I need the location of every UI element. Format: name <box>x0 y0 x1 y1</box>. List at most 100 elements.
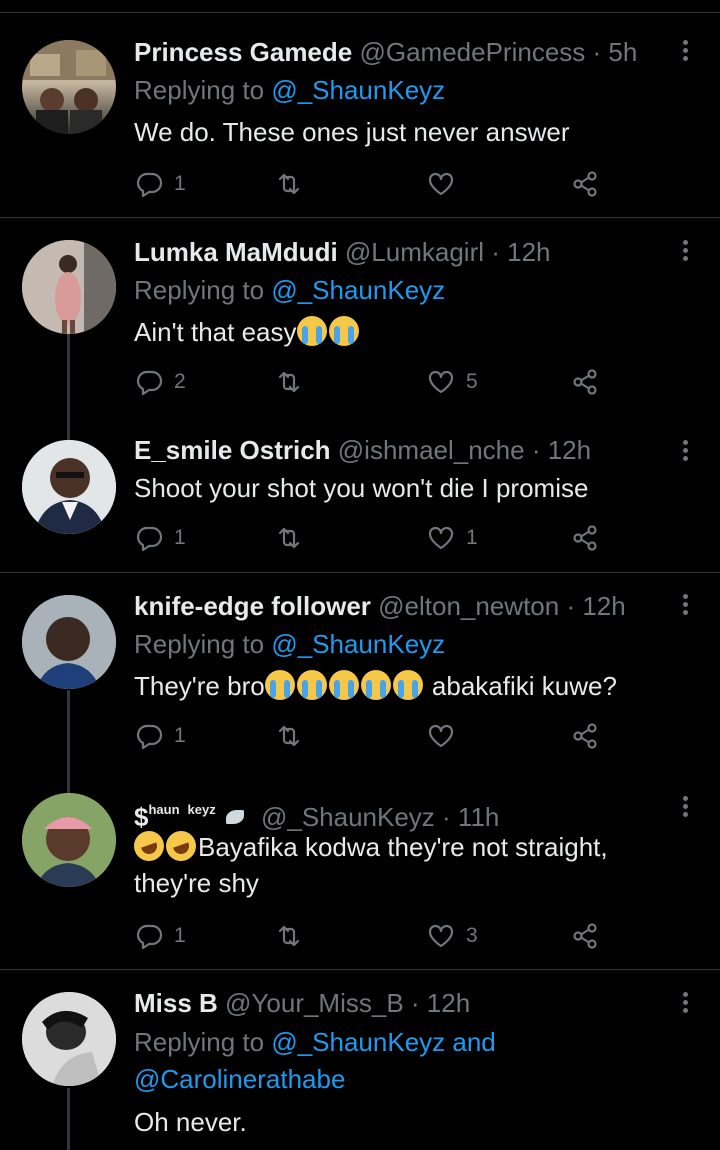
reply-icon <box>136 370 163 396</box>
display-name[interactable]: Miss B <box>134 988 218 1018</box>
timestamp[interactable]: · 12h <box>491 237 550 267</box>
heart-icon <box>428 724 454 748</box>
retweet-button[interactable] <box>274 718 304 754</box>
reply-count: 1 <box>174 172 186 195</box>
avatar[interactable] <box>22 240 116 334</box>
retweet-button[interactable] <box>274 364 304 400</box>
more-icon[interactable] <box>682 240 690 264</box>
thread-line <box>67 1088 70 1150</box>
user-handle[interactable]: @ishmael_nche <box>338 435 525 465</box>
like-button[interactable]: 5 <box>426 364 478 400</box>
tweet-actions: 1 <box>134 166 690 202</box>
heart-icon <box>428 172 454 196</box>
more-icon[interactable] <box>682 992 690 1016</box>
display-name[interactable]: $haun keyz <box>134 802 254 832</box>
like-button[interactable] <box>426 166 466 202</box>
reply-count: 2 <box>174 370 186 393</box>
mention-link[interactable]: @_ShaunKeyz <box>271 275 445 305</box>
tweet-header: Lumka MaMdudi @Lumkagirl · 12h <box>134 236 660 268</box>
tweet-header: Miss B @Your_Miss_B · 12h <box>134 987 660 1019</box>
tweet-actions: 1 3 <box>134 918 690 954</box>
reply-icon <box>136 924 163 950</box>
user-handle[interactable]: @_ShaunKeyz <box>261 802 435 832</box>
tweet-text-line1: Bayafika kodwa they're not straight, <box>198 832 608 862</box>
more-icon[interactable] <box>682 440 690 464</box>
reply-button[interactable]: 2 <box>134 364 186 400</box>
tweet-header: knife-edge follower @elton_newton · 12h <box>134 590 660 622</box>
more-icon[interactable] <box>682 594 690 618</box>
retweet-button[interactable] <box>274 918 304 954</box>
divider <box>0 572 720 573</box>
reply-button[interactable]: 1 <box>134 520 186 556</box>
timestamp[interactable]: · 12h <box>411 988 470 1018</box>
avatar[interactable] <box>22 595 116 689</box>
user-handle[interactable]: @Your_Miss_B <box>225 988 404 1018</box>
retweet-button[interactable] <box>274 166 304 202</box>
name-sup2: keyz <box>187 802 216 817</box>
timestamp[interactable]: · 11h <box>442 802 499 832</box>
tweet-text-end: abakafiki kuwe? <box>424 671 617 701</box>
avatar[interactable] <box>22 793 116 887</box>
share-icon <box>573 525 597 551</box>
avatar-image <box>22 992 116 1086</box>
timestamp[interactable]: · 12h <box>566 591 625 621</box>
mention-link[interactable]: @_ShaunKeyz <box>271 629 445 659</box>
tweet-text: We do. These ones just never answer <box>134 117 570 147</box>
reply-count: 1 <box>174 724 186 747</box>
display-name[interactable]: Princess Gamede <box>134 37 352 67</box>
user-handle[interactable]: @GamedePrincess <box>359 37 585 67</box>
avatar[interactable] <box>22 40 116 134</box>
avatar-image <box>22 440 116 534</box>
user-handle[interactable]: @Lumkagirl <box>345 237 484 267</box>
reply-icon <box>136 724 163 750</box>
timestamp[interactable]: · 12h <box>532 435 591 465</box>
share-button[interactable] <box>570 166 600 202</box>
user-handle[interactable]: @elton_newton <box>378 591 559 621</box>
share-button[interactable] <box>570 364 600 400</box>
tweet-actions: 2 5 <box>134 364 690 400</box>
more-icon[interactable] <box>682 796 690 820</box>
reply-button[interactable]: 1 <box>134 166 186 202</box>
heart-icon <box>428 924 454 948</box>
more-icon[interactable] <box>682 40 690 64</box>
share-button[interactable] <box>570 918 600 954</box>
mention-link[interactable]: @_ShaunKeyz <box>271 75 445 105</box>
name-sup: haun <box>148 802 180 817</box>
display-name[interactable]: E_smile Ostrich <box>134 435 331 465</box>
replying-prefix: Replying to <box>134 1027 265 1057</box>
tweet-text-content: Ain't that easy <box>134 317 297 347</box>
loudly-crying-face-emoji <box>296 670 327 700</box>
loudly-crying-face-emoji <box>328 670 359 700</box>
share-button[interactable] <box>570 520 600 556</box>
timestamp[interactable]: · 5h <box>593 37 638 67</box>
replying-to: Replying to @_ShaunKeyz and <box>134 1026 496 1058</box>
share-button[interactable] <box>570 718 600 754</box>
replying-to: Replying to @_ShaunKeyz <box>134 74 445 106</box>
tweet-text: They're bro abakafiki kuwe? <box>134 668 680 704</box>
tweet-header: $haun keyz @_ShaunKeyz · 11h <box>134 794 660 833</box>
tweet-actions: 1 <box>134 718 690 754</box>
reply-button[interactable]: 1 <box>134 718 186 754</box>
display-name[interactable]: Lumka MaMdudi <box>134 237 338 267</box>
heart-icon <box>428 526 454 550</box>
reply-button[interactable]: 1 <box>134 918 186 954</box>
replying-to: Replying to @_ShaunKeyz <box>134 628 445 660</box>
replying-to: Replying to @_ShaunKeyz <box>134 274 445 306</box>
avatar[interactable] <box>22 992 116 1086</box>
like-button[interactable] <box>426 718 466 754</box>
like-button[interactable]: 3 <box>426 918 478 954</box>
tweet-header: E_smile Ostrich @ishmael_nche · 12h <box>134 434 660 466</box>
like-button[interactable]: 1 <box>426 520 478 556</box>
tweet-text: Bayafika kodwa they're not straight, the… <box>129 826 680 901</box>
avatar[interactable] <box>22 440 116 534</box>
loudly-crying-face-emoji <box>264 670 295 700</box>
display-name[interactable]: knife-edge follower <box>134 591 371 621</box>
avatar-image <box>22 40 116 134</box>
avatar-image <box>22 240 116 334</box>
mention-link[interactable]: @_ShaunKeyz and <box>271 1027 495 1057</box>
tweet-text-start: They're bro <box>134 671 265 701</box>
reply-count: 1 <box>174 924 186 947</box>
mention-link[interactable]: @Carolinerathabe <box>134 1064 345 1094</box>
replying-to-line2: @Carolinerathabe <box>134 1063 345 1095</box>
retweet-button[interactable] <box>274 520 304 556</box>
